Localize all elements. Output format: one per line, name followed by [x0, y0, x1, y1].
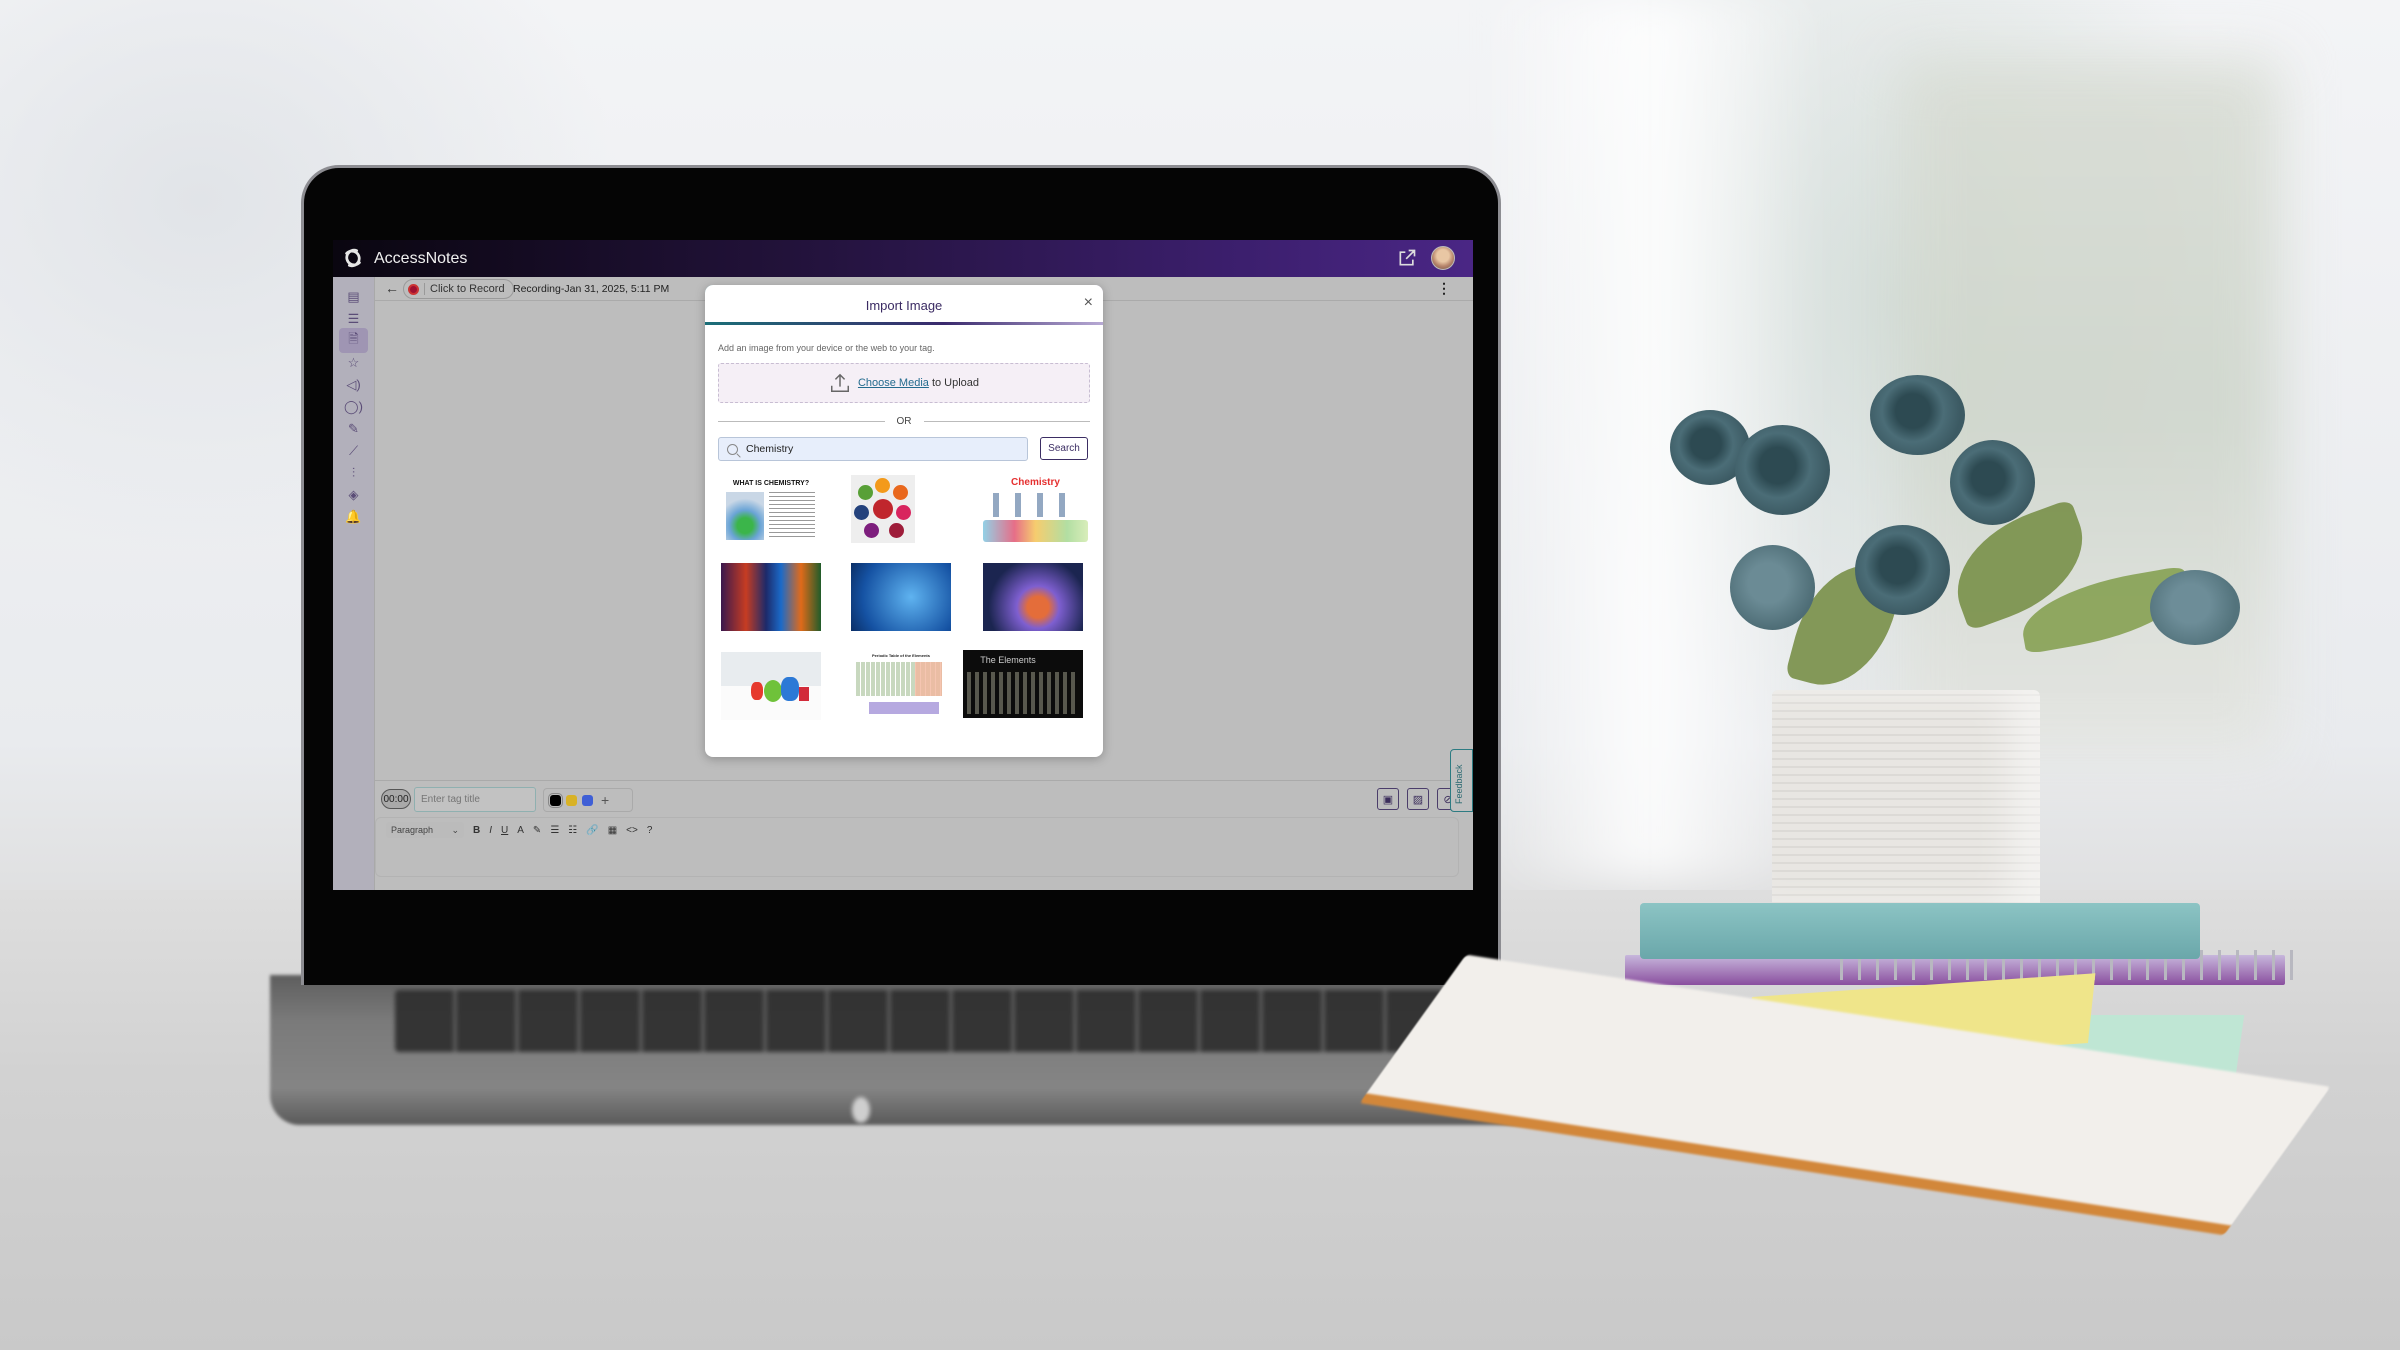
laptop-keyboard	[395, 990, 1445, 1052]
image-results-grid: WHAT IS CHEMISTRY? Chemistry Periodic Ta…	[718, 475, 1093, 740]
image-result[interactable]: WHAT IS CHEMISTRY?	[721, 478, 821, 546]
image-result[interactable]	[851, 563, 951, 631]
block-format-select[interactable]: Paragraph ⌄	[386, 822, 464, 838]
search-icon	[727, 443, 738, 455]
help-button[interactable]: ?	[647, 825, 653, 836]
image-search-value[interactable]: Chemistry	[746, 443, 793, 455]
upload-dropzone[interactable]: Choose Media to Upload	[718, 363, 1090, 403]
teal-book	[1640, 903, 2200, 959]
accessnotes-logo-icon	[341, 247, 365, 271]
voice-user-icon: ◯)	[344, 398, 363, 414]
upload-icon	[829, 372, 851, 394]
highlight-color-button[interactable]: ✎	[533, 825, 541, 836]
chart-icon: ⟋	[348, 442, 359, 458]
app-title: AccessNotes	[374, 249, 468, 267]
image-result[interactable]: The Elements	[963, 650, 1083, 718]
color-swatch-blue[interactable]	[582, 794, 593, 806]
image-result[interactable]	[983, 563, 1083, 631]
dialog-header: Import Image ×	[705, 285, 1103, 325]
speaker-icon: ◁)	[346, 376, 361, 392]
import-image-dialog: Import Image × Add an image from your de…	[705, 285, 1103, 757]
image-result[interactable]: Periodic Table of the Elements	[851, 652, 951, 720]
block-format-value: Paragraph	[391, 825, 434, 835]
image-result[interactable]: Chemistry	[978, 475, 1093, 545]
text-color-button[interactable]: A	[517, 825, 524, 836]
image-result[interactable]	[721, 652, 821, 720]
feedback-tab[interactable]: Feedback	[1450, 749, 1473, 812]
upload-suffix: to Upload	[928, 377, 980, 389]
tag-bar: 00:00 + ▣ ▨ ⊘ Feedback Paragraph ⌄ B I U…	[375, 749, 1473, 890]
search-button[interactable]: Search	[1040, 437, 1088, 460]
recording-title: Recording-Jan 31, 2025, 5:11 PM	[513, 283, 670, 295]
divider	[424, 283, 425, 295]
image-result[interactable]	[851, 475, 915, 543]
back-arrow-icon[interactable]: ←	[385, 280, 399, 296]
italic-button[interactable]: I	[489, 825, 492, 836]
accessibility-icon: ☆	[347, 354, 360, 370]
numbered-list-button[interactable]: ☷	[568, 825, 577, 836]
bold-button[interactable]: B	[473, 825, 480, 836]
chevron-down-icon: ⌄	[451, 824, 459, 835]
flower-pot	[1772, 690, 2040, 910]
add-color-button[interactable]: +	[601, 792, 609, 808]
bookmark-icon: ▣	[1382, 793, 1394, 806]
choose-media-link[interactable]: Choose Media	[858, 377, 929, 389]
insert-table-button[interactable]: ▦	[608, 825, 617, 836]
light-reflection	[852, 1097, 870, 1123]
sidebar: ▤ ☰ 🗎 ☆ ◁) ◯) ✎ ⟋ ⫶ ◈ 🔔	[333, 277, 375, 890]
image-caption: The Elements	[980, 655, 1036, 665]
dialog-description: Add an image from your device or the web…	[718, 343, 935, 353]
image-caption: Periodic Table of the Elements	[872, 653, 930, 658]
record-button[interactable]: Click to Record	[403, 279, 514, 299]
layers-icon: ◈	[348, 486, 359, 502]
sidebar-item-notifications[interactable]: 🔔	[339, 504, 368, 529]
open-external-icon[interactable]	[1397, 248, 1417, 268]
tag-color-picker: +	[543, 788, 633, 812]
image-icon: ▨	[1412, 793, 1424, 806]
image-caption: WHAT IS CHEMISTRY?	[732, 480, 810, 487]
timer: 00:00	[381, 789, 411, 809]
audio-file-icon: 🗎	[348, 330, 359, 346]
image-search-field[interactable]: Chemistry	[718, 437, 1028, 461]
sliders-icon: ⫶	[351, 464, 356, 480]
or-divider: OR	[718, 416, 1090, 427]
code-view-button[interactable]: <>	[626, 825, 638, 836]
bell-icon: 🔔	[345, 508, 362, 524]
bullet-list-button[interactable]: ☰	[550, 825, 559, 836]
bookmark-button[interactable]: ▣	[1377, 788, 1399, 810]
record-dot-icon	[408, 283, 419, 295]
user-avatar[interactable]	[1431, 246, 1455, 270]
image-result[interactable]	[721, 563, 821, 631]
rich-text-editor[interactable]: Paragraph ⌄ B I U A ✎ ☰ ☷ 🔗 ▦ <> ?	[375, 817, 1459, 877]
feedback-label: Feedback	[1454, 764, 1464, 804]
notes-icon: ▤	[347, 288, 360, 304]
color-swatch-black[interactable]	[548, 792, 563, 808]
highlighter-icon: ✎	[348, 420, 359, 436]
app-screen: AccessNotes ▤ ☰ 🗎 ☆ ◁) ◯) ✎ ⟋ ⫶ ◈ 🔔 ← Cl…	[333, 240, 1473, 890]
or-label: OR	[896, 416, 912, 427]
dialog-title: Import Image	[865, 298, 943, 313]
record-label: Click to Record	[430, 283, 505, 295]
image-button[interactable]: ▨	[1407, 788, 1429, 810]
tag-title-input[interactable]	[414, 787, 536, 812]
checklist-icon: ☰	[347, 310, 360, 326]
color-swatch-yellow[interactable]	[566, 794, 577, 806]
app-header: AccessNotes	[333, 240, 1473, 277]
insert-link-button[interactable]: 🔗	[586, 825, 598, 836]
close-icon[interactable]: ×	[1084, 294, 1093, 312]
underline-button[interactable]: U	[501, 825, 508, 836]
image-caption: Chemistry	[1011, 477, 1060, 488]
editor-toolbar: Paragraph ⌄ B I U A ✎ ☰ ☷ 🔗 ▦ <> ?	[386, 822, 652, 838]
more-options-icon[interactable]: ⋮	[1437, 280, 1451, 297]
